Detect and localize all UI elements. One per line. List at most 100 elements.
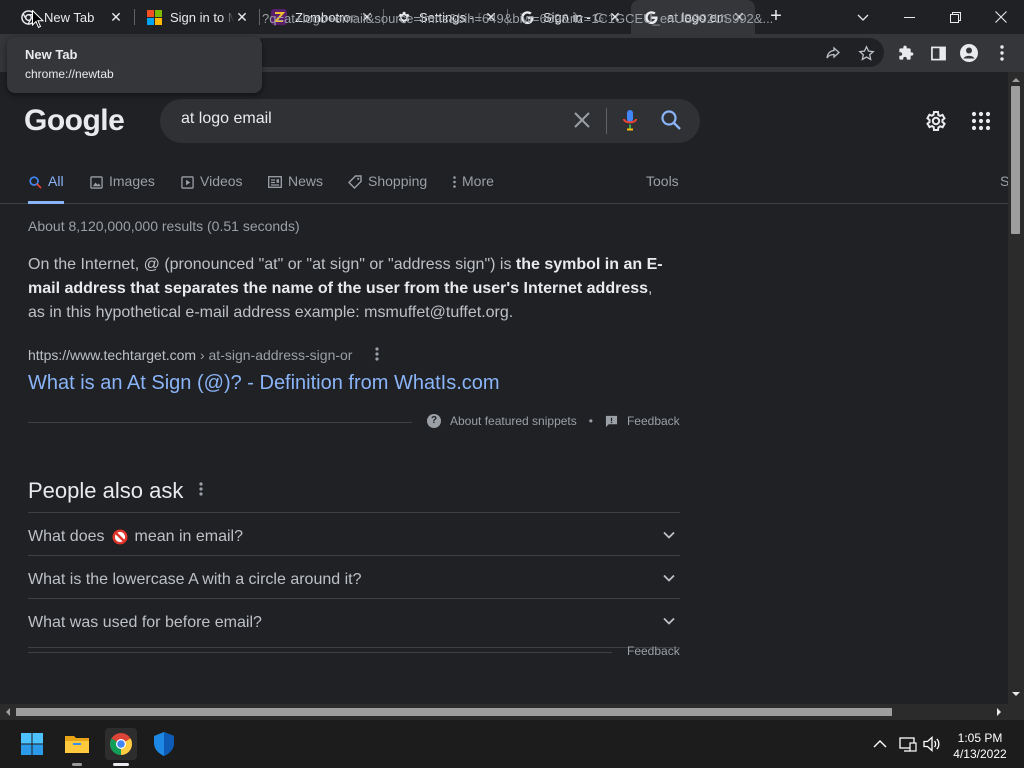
tab-overflow[interactable]: S	[1000, 173, 1008, 189]
scroll-down-icon[interactable]	[1010, 688, 1022, 700]
start-button[interactable]	[16, 728, 48, 760]
display-icon[interactable]	[898, 734, 918, 754]
cite-domain: https://www.techtarget.com	[28, 347, 197, 363]
taskbar-defender[interactable]	[148, 728, 180, 760]
close-window-button[interactable]	[978, 0, 1024, 34]
apps-grid-icon[interactable]	[971, 111, 991, 131]
scroll-up-icon[interactable]	[1010, 74, 1022, 86]
result-title-link[interactable]: What is an At Sign (@)? - Definition fro…	[28, 372, 500, 395]
tab-search-button[interactable]	[840, 0, 886, 34]
chevron-down-icon	[663, 617, 675, 625]
mouse-cursor-icon	[32, 10, 44, 29]
search-icon[interactable]	[660, 109, 682, 131]
microphone-icon[interactable]	[622, 109, 638, 131]
feedback-icon	[605, 415, 618, 427]
question-part: What does	[28, 528, 105, 545]
scroll-right-icon[interactable]	[993, 706, 1005, 718]
tab-news[interactable]: News	[268, 168, 323, 204]
video-icon	[180, 175, 194, 189]
tab-all[interactable]: All	[28, 168, 64, 204]
extensions-icon[interactable]	[896, 43, 916, 63]
windows-logo-icon	[21, 733, 43, 755]
active-indicator	[113, 763, 129, 766]
vertical-scrollbar[interactable]	[1008, 72, 1024, 704]
profile-avatar-icon[interactable]	[959, 43, 979, 63]
close-icon[interactable]: ✕	[234, 9, 250, 25]
tab-title: New Tab	[44, 9, 95, 25]
news-icon	[268, 175, 282, 189]
tab-label: All	[48, 173, 64, 189]
windows-taskbar: 1:05 PM 4/13/2022	[0, 720, 1024, 768]
folder-icon	[65, 736, 89, 753]
snippet-footer: ? About featured snippets • Feedback	[427, 414, 680, 428]
scroll-thumb[interactable]	[1011, 86, 1020, 234]
question-item[interactable]: What is the lowercase A with a circle ar…	[28, 555, 680, 598]
tooltip-url: chrome://newtab	[25, 67, 114, 81]
tab-images[interactable]: Images	[89, 168, 155, 204]
minimize-button[interactable]	[886, 0, 932, 34]
shield-icon	[154, 732, 174, 756]
more-vert-icon[interactable]	[992, 43, 1012, 63]
about-featured-snippets-link[interactable]: About featured snippets	[450, 414, 577, 428]
tab-label: More	[462, 173, 494, 189]
restore-button[interactable]	[932, 0, 978, 34]
scroll-left-icon[interactable]	[2, 706, 14, 718]
chevron-up-icon[interactable]	[870, 734, 890, 754]
image-icon	[89, 175, 103, 189]
address-bar[interactable]	[250, 38, 884, 67]
google-logo[interactable]: Google	[24, 104, 125, 138]
tooltip-title: New Tab	[25, 47, 78, 62]
clock-time: 1:05 PM	[957, 731, 1003, 745]
question-item[interactable]: What was used for before email?	[28, 598, 680, 648]
more-vert-icon	[452, 175, 456, 189]
scrollbar-corner	[1008, 704, 1024, 720]
bookmark-star-icon[interactable]	[856, 43, 876, 63]
search-divider	[606, 108, 607, 134]
result-stats: About 8,120,000,000 results (0.51 second…	[28, 218, 300, 234]
question-item[interactable]: What does mean in email?	[28, 512, 680, 555]
feedback-link[interactable]: Feedback	[627, 644, 680, 658]
clock-date: 4/13/2022	[953, 747, 1007, 761]
tools-button[interactable]: Tools	[646, 173, 679, 189]
tab-label: Videos	[200, 173, 243, 189]
result-url[interactable]: https://www.techtarget.com › at-sign-add…	[28, 347, 352, 363]
taskbar-file-explorer[interactable]	[61, 728, 93, 766]
question-text: What does mean in email?	[28, 528, 243, 546]
running-indicator	[72, 763, 82, 766]
clear-icon[interactable]	[572, 110, 592, 130]
search-input[interactable]: at logo email	[181, 110, 272, 128]
system-clock[interactable]: 1:05 PM 4/13/2022	[950, 730, 1010, 762]
tab-shopping[interactable]: Shopping	[348, 168, 427, 204]
feedback-link[interactable]: Feedback	[627, 414, 680, 428]
chevron-down-icon	[663, 531, 675, 539]
tab-videos[interactable]: Videos	[180, 168, 243, 204]
restore-icon	[949, 11, 961, 23]
tab-label: Images	[109, 173, 155, 189]
snippet-lead: On the Internet, @ (pronounced "at" or "…	[28, 256, 516, 273]
settings-gear-icon[interactable]	[923, 109, 947, 133]
divider	[28, 422, 412, 423]
cite-path: › at-sign-address-sign-or	[196, 347, 353, 363]
search-type-tabs: All Images Videos News Shopping More Too…	[0, 168, 1008, 204]
search-results-page: Google at logo email All Images Videos N…	[0, 72, 1008, 704]
question-text: What is the lowercase A with a circle ar…	[28, 571, 362, 588]
side-panel-icon[interactable]	[928, 43, 948, 63]
minimize-icon	[903, 16, 915, 18]
chevron-down-icon	[857, 14, 869, 21]
tab-more[interactable]: More	[452, 168, 494, 204]
tab-sign-in-microsoft[interactable]: Sign in to Microsoft ✕	[134, 0, 258, 34]
share-icon[interactable]	[823, 43, 843, 63]
tab-new-tab[interactable]: New Tab ✕	[8, 0, 132, 34]
url-text[interactable]: ?q=at+logo+email&source=lmns&bih=649&biw…	[262, 11, 817, 26]
question-part: mean in email?	[134, 528, 243, 545]
taskbar-chrome[interactable]	[105, 728, 137, 766]
search-icon	[28, 175, 42, 189]
more-vert-icon[interactable]	[194, 480, 208, 498]
horizontal-scrollbar[interactable]	[0, 704, 1008, 720]
volume-icon[interactable]	[922, 734, 942, 754]
close-icon[interactable]: ✕	[108, 9, 124, 25]
divider	[28, 652, 612, 653]
tab-label: News	[288, 173, 324, 189]
more-vert-icon[interactable]	[369, 345, 385, 363]
scroll-thumb[interactable]	[16, 708, 892, 716]
